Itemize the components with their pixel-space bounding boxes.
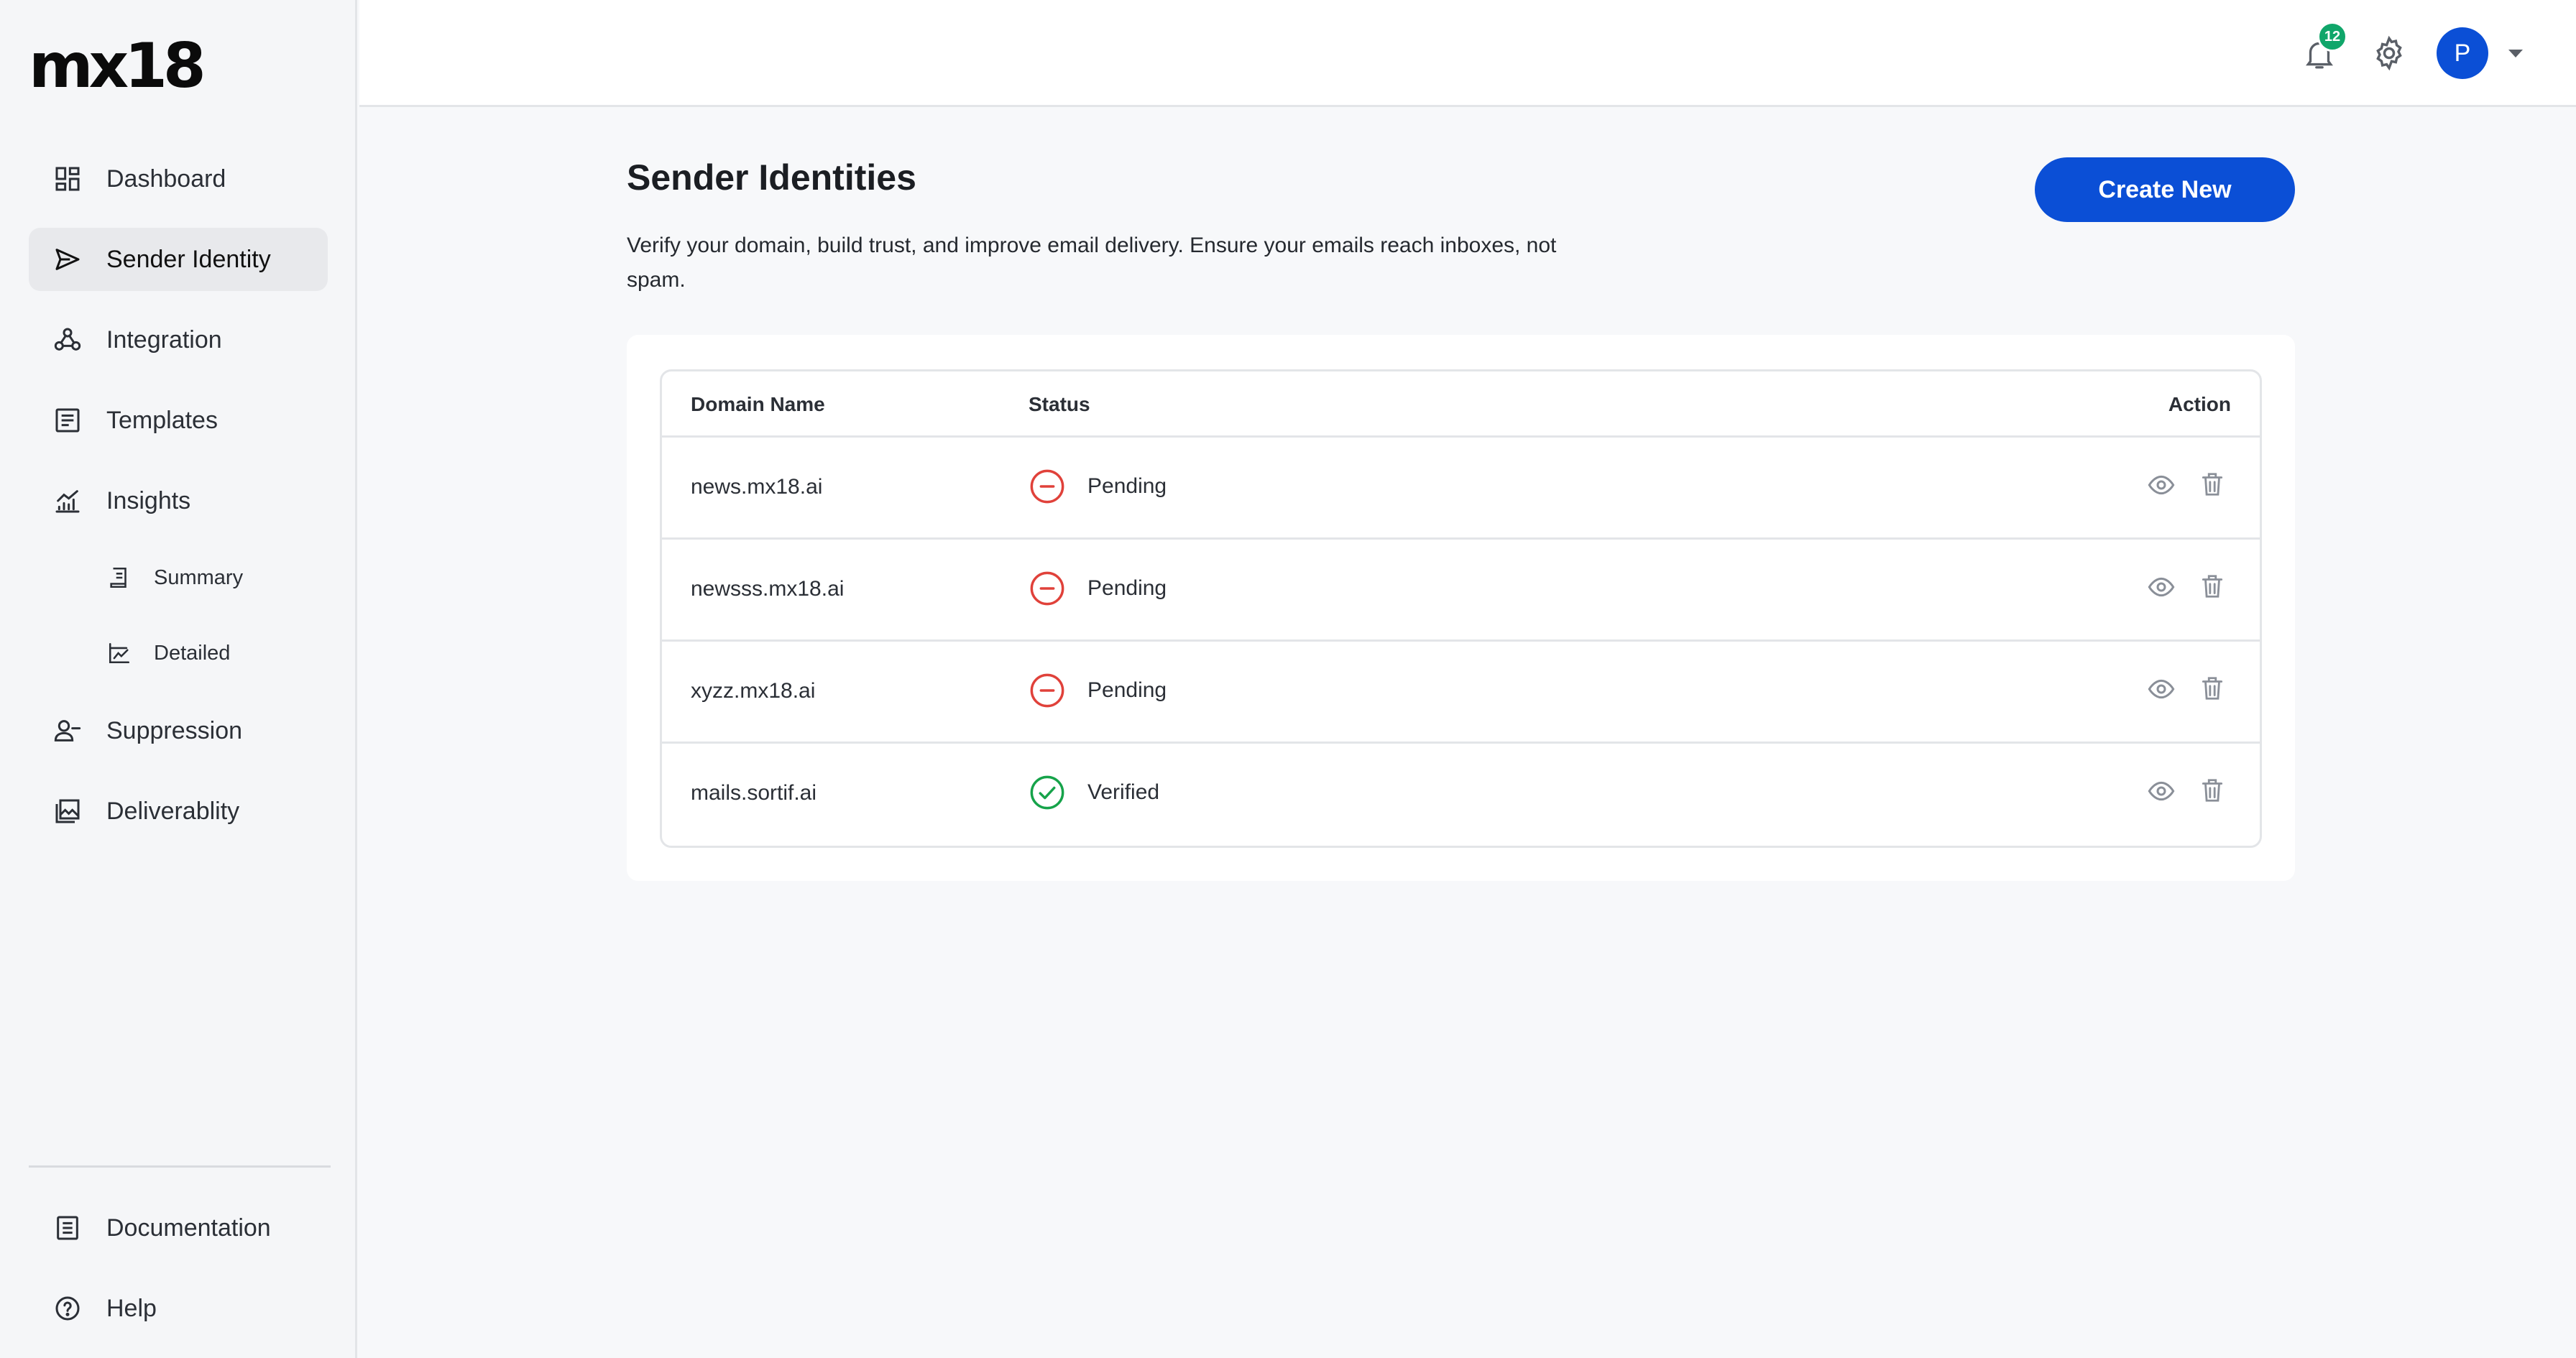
identities-table: Domain Name Status Action news.mx18.ai P… <box>660 369 2262 848</box>
status-cell: Pending <box>1029 570 1167 607</box>
gear-icon[interactable] <box>2370 34 2408 72</box>
eye-icon[interactable] <box>2147 471 2176 499</box>
trash-icon[interactable] <box>2199 775 2226 805</box>
line-chart-icon <box>105 639 134 668</box>
trash-icon[interactable] <box>2199 673 2226 703</box>
header-status: Status <box>1029 393 1090 415</box>
table-row: newsss.mx18.ai Pending <box>662 540 2260 642</box>
dashboard-icon <box>50 162 85 196</box>
sidebar-item-documentation[interactable]: Documentation <box>29 1196 328 1260</box>
app-root: mx18 Dashboard Sender Identity Integrati… <box>0 0 2576 1358</box>
sidebar: mx18 Dashboard Sender Identity Integrati… <box>0 0 357 1358</box>
page-title: Sender Identities <box>627 157 916 198</box>
sidebar-item-templates[interactable]: Templates <box>29 389 328 452</box>
chevron-down-icon[interactable] <box>2506 46 2526 60</box>
eye-icon[interactable] <box>2147 777 2176 805</box>
gallery-icon <box>50 794 85 828</box>
notification-badge: 12 <box>2317 22 2347 52</box>
eye-icon[interactable] <box>2147 573 2176 601</box>
avatar[interactable]: P <box>2437 27 2488 79</box>
sidebar-item-label: Summary <box>154 565 244 589</box>
sidebar-item-label: Help <box>106 1294 157 1322</box>
status-text: Verified <box>1087 780 1160 804</box>
sidebar-item-help[interactable]: Help <box>29 1277 328 1340</box>
table-row: news.mx18.ai Pending <box>662 438 2260 540</box>
table-header: Domain Name Status Action <box>662 371 2260 438</box>
help-icon <box>50 1291 85 1326</box>
sidebar-item-insights[interactable]: Insights <box>29 469 328 532</box>
topbar <box>359 0 2576 107</box>
sidebar-item-label: Templates <box>106 406 218 434</box>
domain-name: xyzz.mx18.ai <box>691 679 816 703</box>
sidebar-item-label: Suppression <box>106 716 243 744</box>
sidebar-item-label: Integration <box>106 325 222 354</box>
domain-name: newsss.mx18.ai <box>691 577 845 601</box>
status-cell: Pending <box>1029 468 1167 505</box>
send-icon <box>50 242 85 277</box>
eye-icon[interactable] <box>2147 675 2176 703</box>
sidebar-item-label: Sender Identity <box>106 245 271 273</box>
sidebar-item-suppression[interactable]: Suppression <box>29 699 328 762</box>
status-cell: Verified <box>1029 774 1159 811</box>
sidebar-item-dashboard[interactable]: Dashboard <box>29 147 328 211</box>
create-new-button[interactable]: Create New <box>2035 157 2295 222</box>
page-description: Verify your domain, build trust, and imp… <box>627 234 1557 292</box>
chart-icon <box>50 484 85 518</box>
pending-icon <box>1030 571 1064 606</box>
status-text: Pending <box>1087 678 1167 702</box>
sidebar-item-label: Insights <box>106 486 191 514</box>
sidebar-divider <box>29 1165 331 1168</box>
trash-icon[interactable] <box>2199 469 2226 499</box>
sidebar-item-label: Documentation <box>106 1214 271 1242</box>
status-cell: Pending <box>1029 672 1167 709</box>
sidebar-item-label: Detailed <box>154 641 231 665</box>
table-row: mails.sortif.ai Verified <box>662 744 2260 846</box>
identities-card: Domain Name Status Action news.mx18.ai P… <box>627 335 2295 881</box>
pending-icon <box>1030 469 1064 504</box>
header-action: Action <box>2168 393 2231 415</box>
status-text: Pending <box>1087 474 1167 498</box>
table-row: xyzz.mx18.ai Pending <box>662 642 2260 744</box>
sidebar-item-label: Dashboard <box>106 165 226 193</box>
receipt-icon <box>105 563 134 592</box>
sidebar-item-label: Deliverablity <box>106 797 240 825</box>
document-icon <box>50 1211 85 1245</box>
sidebar-item-summary[interactable]: Summary <box>29 546 328 609</box>
trash-icon[interactable] <box>2199 571 2226 601</box>
domain-name: mails.sortif.ai <box>691 781 817 805</box>
check-circle-icon <box>1030 775 1064 810</box>
status-text: Pending <box>1087 576 1167 600</box>
pending-icon <box>1030 673 1064 708</box>
sidebar-item-sender-identity[interactable]: Sender Identity <box>29 228 328 291</box>
header-domain: Domain Name <box>691 393 825 415</box>
sidebar-item-deliverablity[interactable]: Deliverablity <box>29 780 328 843</box>
logo[interactable]: mx18 <box>29 35 206 97</box>
sidebar-item-detailed[interactable]: Detailed <box>29 622 328 685</box>
sidebar-item-integration[interactable]: Integration <box>29 308 328 371</box>
user-minus-icon <box>50 713 85 748</box>
webhook-icon <box>50 323 85 357</box>
domain-name: news.mx18.ai <box>691 475 823 499</box>
template-icon <box>50 403 85 438</box>
